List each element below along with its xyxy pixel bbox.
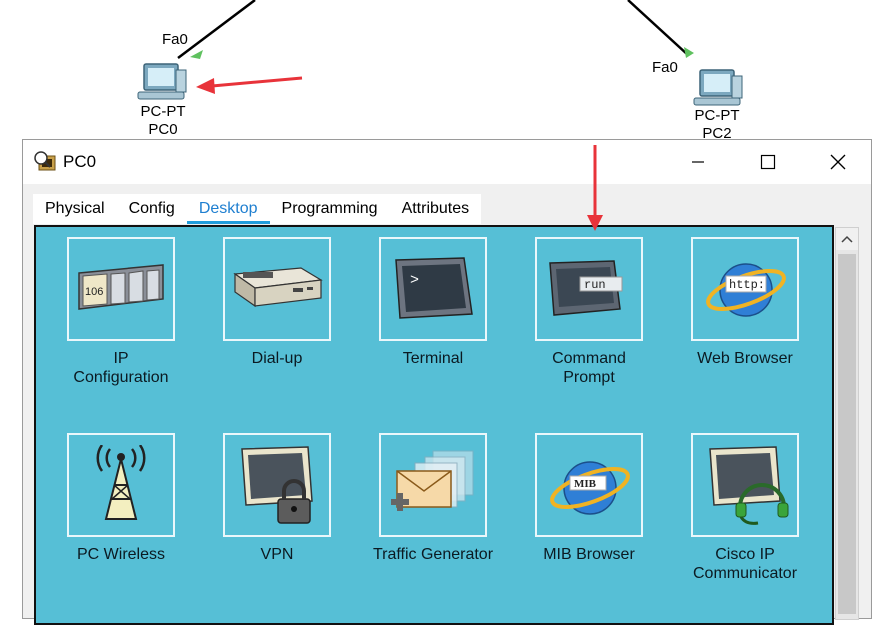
app-label-vpn: VPN [260,546,294,563]
annotation-arrow-command-prompt [587,145,603,231]
app-label-command-prompt: Command Prompt [552,350,626,386]
traffic-generator-icon [391,450,474,511]
terminal-icon: > [395,257,473,319]
close-icon [830,154,846,170]
web-browser-icon: http: [706,263,786,317]
app-icon-frame: 106 [67,237,175,341]
pc0-name-label: PC0 [148,121,178,138]
app-pc-wireless[interactable]: PC Wireless [46,433,196,593]
vpn-lock-icon [241,446,313,524]
maximize-button[interactable] [733,140,803,184]
close-button[interactable] [803,140,873,184]
link-light-pc2 [684,47,694,58]
app-ip-configuration[interactable]: 106 IP Configuration [46,237,196,397]
web-browser-icon-text: http: [729,278,765,292]
app-traffic-generator[interactable]: Traffic Generator [358,433,508,593]
app-label-pc-wireless: PC Wireless [76,546,165,563]
app-label-mib-browser: MIB Browser [543,546,635,563]
app-icon-frame [223,433,331,537]
app-terminal[interactable]: > Terminal [358,237,508,397]
headset-icon [709,446,789,525]
tab-config[interactable]: Config [117,194,187,224]
window-titlebar[interactable]: PC0 [23,140,871,184]
maximize-icon [760,154,776,170]
app-mib-browser[interactable]: MIB MIB Browser [514,433,664,593]
wireless-tower-icon [96,445,146,520]
pc0-window: PC0 Physical Config Desktop Programming … [22,139,872,625]
app-command-prompt[interactable]: run Command Prompt [514,237,664,397]
minimize-button[interactable] [663,140,733,184]
scrollbar-thumb[interactable] [838,254,856,614]
link-pc2 [627,0,689,56]
app-label-ip-configuration: IP Configuration [73,350,169,386]
link-light-pc0 [190,50,203,59]
tab-programming[interactable]: Programming [270,194,390,224]
app-label-cisco-ip-communicator: Cisco IP Communicator [692,546,798,582]
app-dial-up[interactable]: Dial-up [202,237,352,397]
pc0-device-icon [137,63,187,100]
app-web-browser[interactable]: http: Web Browser [670,237,820,397]
app-label-dial-up: Dial-up [251,350,303,367]
desktop-vertical-scrollbar[interactable] [835,227,859,620]
pc0-port-label: Fa0 [162,31,188,48]
desktop-panel: 106 IP Configuration Dial-up > Terminal … [34,225,834,625]
app-label-terminal: Terminal [402,350,464,367]
app-icon-frame [67,433,175,537]
tab-attributes[interactable]: Attributes [390,194,482,224]
mib-browser-icon: MIB [550,461,630,515]
pc2-type-label: PC-PT [694,107,740,124]
app-icon-frame [379,433,487,537]
dialup-modem-icon [233,267,323,308]
window-tab-bar: Physical Config Desktop Programming Attr… [33,194,482,224]
app-icon-frame: > [379,237,487,341]
tab-physical[interactable]: Physical [33,194,117,224]
window-title: PC0 [63,152,97,171]
link-pc0 [177,0,256,59]
tab-desktop[interactable]: Desktop [186,194,270,224]
app-icon-frame: run [535,237,643,341]
annotation-arrow-pc0 [196,76,303,94]
scroll-up-button[interactable] [836,228,858,250]
app-icon-frame [691,433,799,537]
app-label-web-browser: Web Browser [697,350,793,367]
minimize-icon [692,161,704,163]
chevron-up-icon [841,235,853,243]
app-icon-frame [223,237,331,341]
ip-config-icon-text: 106 [85,286,103,298]
app-cisco-ip-communicator[interactable]: Cisco IP Communicator [670,433,820,593]
ip-config-icon: 106 [78,264,164,310]
app-icon-frame: http: [691,237,799,341]
pc2-device-icon [693,69,743,106]
command-prompt-icon: run [549,260,623,316]
app-icon-frame: MIB [535,433,643,537]
terminal-prompt-text: > [410,272,419,289]
command-prompt-icon-text: run [584,278,606,292]
app-vpn[interactable]: VPN [202,433,352,593]
packet-tracer-window-icon [34,151,56,171]
pc0-type-label: PC-PT [140,103,186,120]
app-label-traffic-generator: Traffic Generator [372,546,494,563]
pc2-port-label: Fa0 [652,59,678,76]
mib-browser-icon-text: MIB [574,478,597,490]
